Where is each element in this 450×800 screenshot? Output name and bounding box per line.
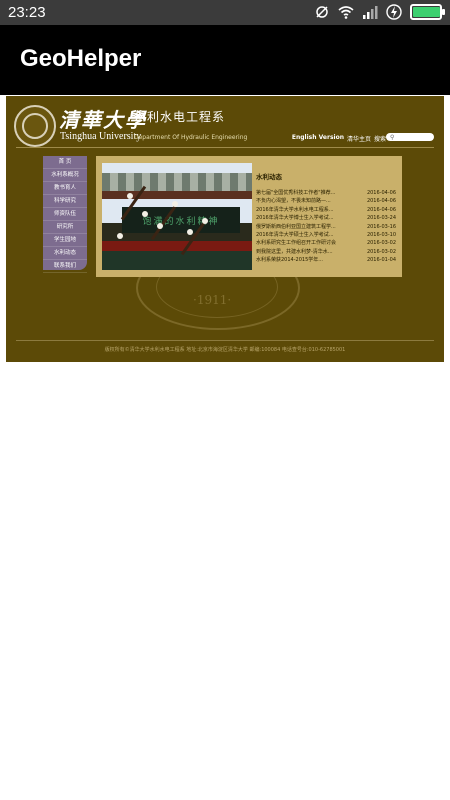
battery-icon: [410, 4, 445, 20]
news-item[interactable]: 水利系荣获2014-2015学年... 2016-01-04: [256, 256, 396, 264]
news-item[interactable]: 水利系研究生工作组召开工作研讨会 2016-03-02: [256, 239, 396, 247]
department-name-en: Department Of Hydraulic Engineering: [134, 134, 248, 141]
search-input[interactable]: ⚲: [386, 133, 434, 141]
charging-icon: [386, 4, 402, 20]
department-name-zh: 水利水电工程系: [134, 110, 226, 124]
university-seal-icon: [14, 105, 56, 147]
status-icons: [314, 4, 445, 20]
campus-photo[interactable]: 饱满的水利精神: [102, 163, 252, 270]
site-footer: 版权所有©清华大学水利水电工程系 地址:北京市海淀区清华大学 邮编:100084…: [104, 347, 346, 353]
photo-sign: 饱满的水利精神: [122, 207, 240, 233]
tsinghua-home-link[interactable]: 清华主页: [347, 134, 371, 143]
search-link[interactable]: 搜索: [374, 134, 386, 143]
news-item[interactable]: 不负内心渴望，不畏未知前路—... 2016-04-06: [256, 197, 396, 205]
logo-english[interactable]: Tsinghua University: [60, 131, 141, 142]
nav-item-faculty[interactable]: 师资队伍: [43, 208, 87, 221]
main-panel: 饱满的水利精神 水利动态 第七届"全国优秀科技工作者"推荐... 2016-04-…: [96, 156, 402, 277]
webview[interactable]: 清華大學 Tsinghua University 水利水电工程系 Departm…: [6, 96, 444, 362]
wifi-icon: [338, 6, 354, 19]
signal-icon: [363, 6, 378, 19]
nav-item-institutes[interactable]: 研究所: [43, 221, 87, 234]
nav-item-home[interactable]: 首 页: [43, 156, 87, 169]
news-item[interactable]: 到我院这里，共建水利梦-清华水... 2016-03-02: [256, 248, 396, 256]
news-item[interactable]: 俄罗斯新西伯利亚国立建筑工程学... 2016-03-16: [256, 223, 396, 231]
nav-item-education[interactable]: 教书育人: [43, 182, 87, 195]
top-links: English Version 清华主页 搜索: [292, 134, 386, 143]
nav-item-students[interactable]: 学生园地: [43, 234, 87, 247]
nav-item-news[interactable]: 水利动态: [43, 247, 87, 260]
english-version-link[interactable]: English Version: [292, 134, 344, 143]
nav-item-contact[interactable]: 联系我们: [43, 260, 87, 273]
site-header: 清華大學 Tsinghua University 水利水电工程系 Departm…: [6, 96, 444, 152]
left-navigation: 首 页 水利系概况 教书育人 科学研究 师资队伍 研究所 学生园地 水利动态 联…: [43, 156, 87, 273]
nav-item-overview[interactable]: 水利系概况: [43, 169, 87, 182]
status-time: 23:23: [8, 4, 46, 21]
footer-divider: [16, 340, 434, 341]
news-section: 水利动态 第七届"全国优秀科技工作者"推荐... 2016-04-06 不负内心渴…: [256, 161, 396, 265]
mute-icon: [316, 6, 328, 18]
news-item[interactable]: 2016年清华大学水利水电工程系... 2016-04-06: [256, 206, 396, 214]
news-item[interactable]: 2016年清华大学硕士生入学考试... 2016-03-10: [256, 231, 396, 239]
app-title: GeoHelper: [20, 45, 142, 72]
news-item[interactable]: 第七届"全国优秀科技工作者"推荐... 2016-04-06: [256, 189, 396, 197]
status-bar: 23:23: [0, 0, 450, 25]
news-heading[interactable]: 水利动态: [256, 171, 396, 181]
watermark-year: ·1911·: [193, 293, 232, 307]
news-item[interactable]: 2016年清华大学博士生入学考试... 2016-03-24: [256, 214, 396, 222]
header-divider: [16, 147, 434, 148]
search-icon: ⚲: [390, 134, 395, 141]
nav-item-research[interactable]: 科学研究: [43, 195, 87, 208]
app-bar: GeoHelper: [0, 25, 450, 95]
